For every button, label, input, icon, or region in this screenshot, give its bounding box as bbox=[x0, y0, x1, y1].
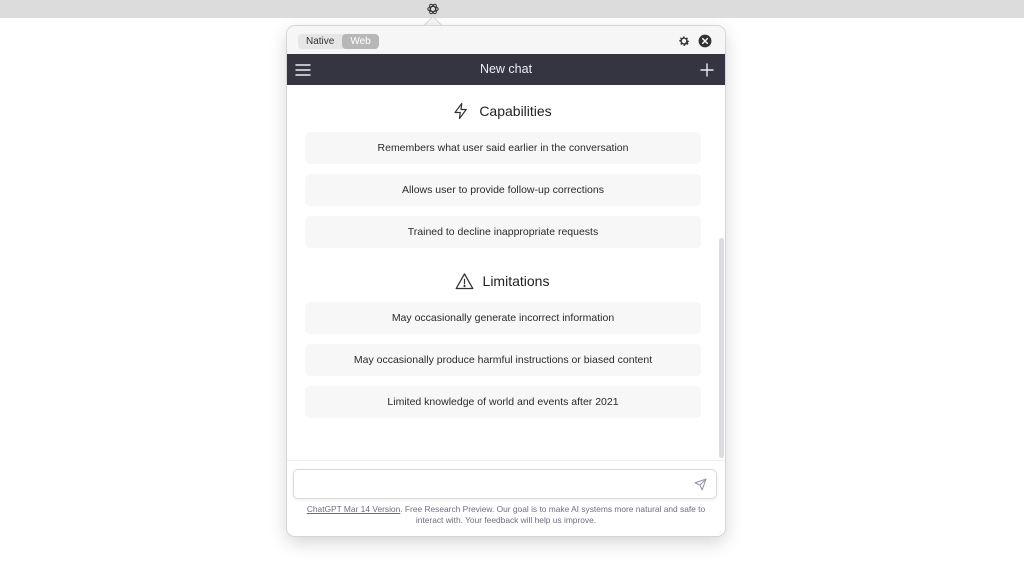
message-input-box[interactable] bbox=[293, 469, 717, 499]
capability-card[interactable]: Allows user to provide follow-up correct… bbox=[305, 174, 701, 206]
limitation-card[interactable]: May occasionally produce harmful instruc… bbox=[305, 344, 701, 376]
chat-title: New chat bbox=[479, 62, 533, 76]
chat-navbar: New chat bbox=[287, 54, 725, 85]
gear-icon[interactable] bbox=[677, 34, 691, 48]
composer-footer: ChatGPT Mar 14 Version. Free Research Pr… bbox=[287, 460, 725, 536]
new-chat-plus-icon[interactable] bbox=[699, 62, 715, 78]
limitations-heading: Limitations bbox=[287, 272, 717, 290]
capability-card[interactable]: Trained to decline inappropriate request… bbox=[305, 216, 701, 248]
limitation-card[interactable]: May occasionally generate incorrect info… bbox=[305, 302, 701, 334]
mode-segmented-control: Native Web bbox=[298, 34, 379, 49]
disclaimer-body: . Free Research Preview. Our goal is to … bbox=[400, 504, 706, 525]
popover-topbar: Native Web bbox=[287, 26, 725, 54]
chatgpt-menubar-icon[interactable] bbox=[424, 0, 442, 18]
message-input[interactable] bbox=[302, 474, 686, 496]
close-icon[interactable] bbox=[698, 34, 712, 48]
send-icon[interactable] bbox=[693, 477, 707, 491]
scrollbar-thumb[interactable] bbox=[719, 238, 724, 458]
disclaimer-text: ChatGPT Mar 14 Version. Free Research Pr… bbox=[301, 504, 711, 526]
tab-native[interactable]: Native bbox=[298, 34, 342, 49]
chat-content: Capabilities Remembers what user said ea… bbox=[287, 85, 725, 460]
chatgpt-popover-window: Native Web New chat Capabilities Remembe… bbox=[287, 26, 725, 536]
capabilities-heading-text: Capabilities bbox=[479, 103, 552, 119]
warning-triangle-icon bbox=[455, 272, 474, 290]
macos-menubar bbox=[0, 0, 1024, 18]
tab-web[interactable]: Web bbox=[342, 34, 379, 49]
version-link[interactable]: ChatGPT Mar 14 Version bbox=[307, 504, 400, 514]
limitations-heading-text: Limitations bbox=[482, 273, 550, 289]
capability-card[interactable]: Remembers what user said earlier in the … bbox=[305, 132, 701, 164]
lightning-icon bbox=[452, 102, 470, 120]
limitation-card[interactable]: Limited knowledge of world and events af… bbox=[305, 386, 701, 418]
capabilities-heading: Capabilities bbox=[287, 102, 717, 120]
